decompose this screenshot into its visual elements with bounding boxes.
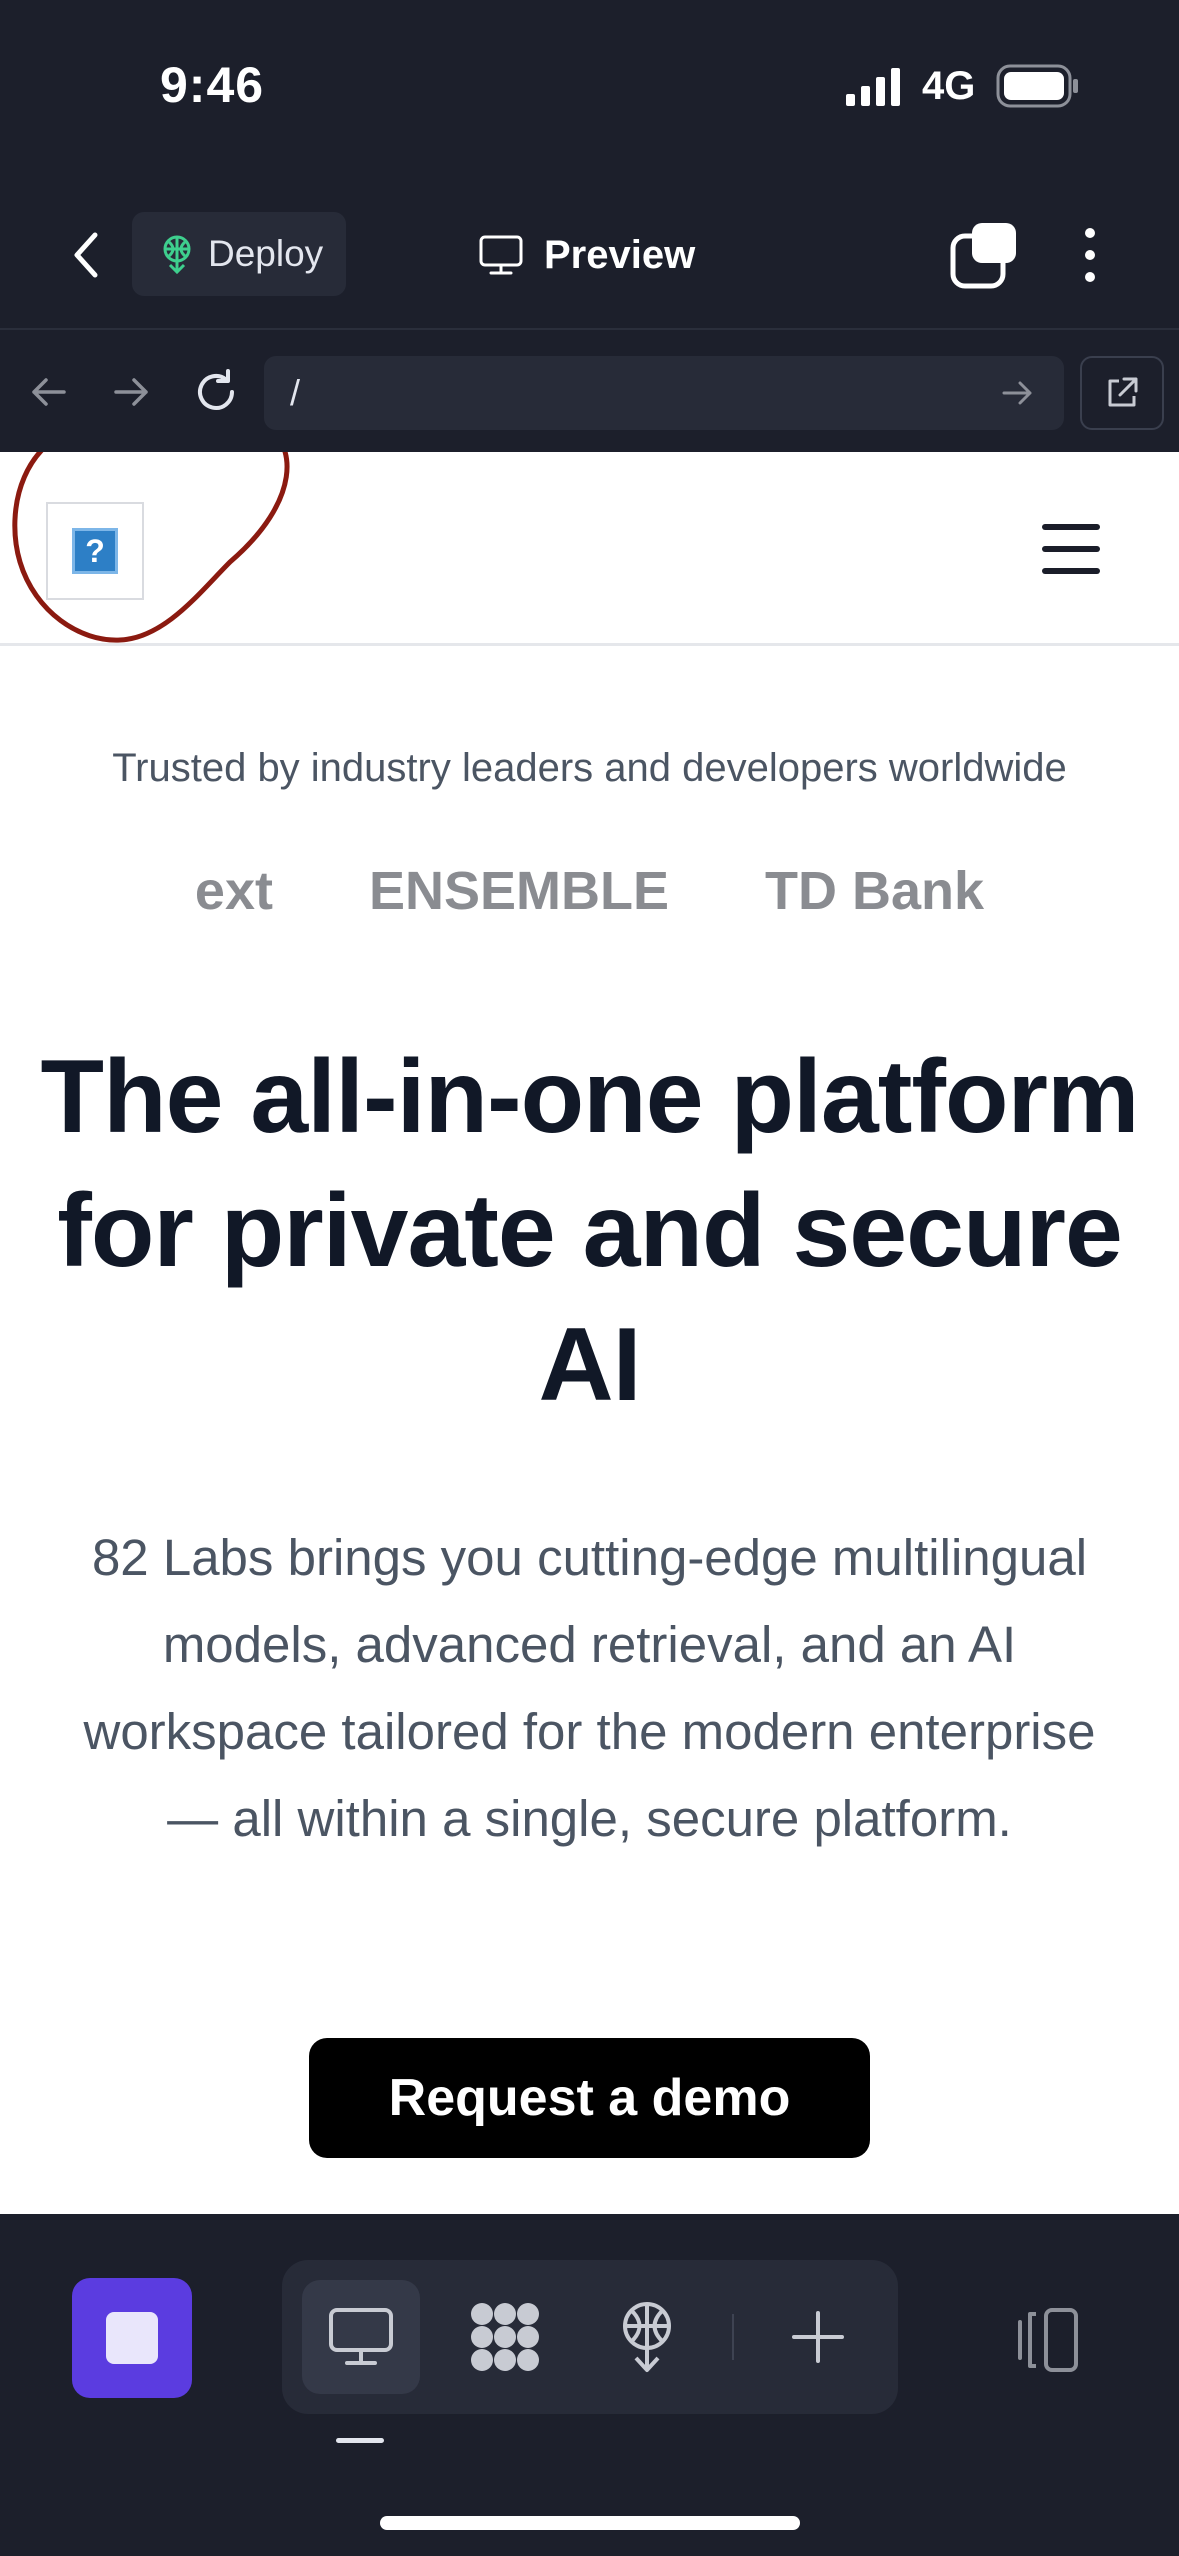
- browser-bar: /: [0, 332, 1179, 452]
- add-tool-button[interactable]: [759, 2280, 877, 2394]
- back-button[interactable]: [56, 220, 116, 290]
- deploy-label: Deploy: [208, 233, 324, 274]
- browser-forward-button[interactable]: [104, 364, 160, 420]
- toolbar-divider: [732, 2314, 734, 2360]
- plus-icon: [792, 2311, 844, 2363]
- partner-logo: ENSEMBLE: [368, 861, 670, 921]
- apps-button[interactable]: [446, 2280, 564, 2394]
- hero-description: 82 Labs brings you cutting-edge multilin…: [83, 1529, 1096, 1847]
- more-icon[interactable]: [1070, 220, 1110, 290]
- preview-label: Preview: [544, 232, 696, 277]
- site-nav: ?: [0, 452, 1179, 646]
- browser-back-button[interactable]: [20, 364, 76, 420]
- network-type: 4G: [922, 64, 976, 108]
- desktop-icon: [329, 2308, 393, 2365]
- monitor-icon: [479, 235, 523, 275]
- webview: ? Trusted by industry leaders and develo…: [0, 452, 1179, 2214]
- deploy-icon: [623, 2302, 671, 2372]
- active-tab-indicator: [336, 2438, 384, 2443]
- desktop-view-button[interactable]: [302, 2280, 420, 2394]
- deploy-tool-button[interactable]: [588, 2280, 706, 2394]
- reload-button[interactable]: [188, 364, 244, 420]
- external-link-icon: [1108, 377, 1138, 407]
- menu-icon[interactable]: [1042, 524, 1100, 574]
- panel-icon[interactable]: [1010, 2304, 1082, 2376]
- reload-icon: [198, 369, 234, 410]
- preview-tab[interactable]: Preview: [478, 220, 695, 290]
- stop-button[interactable]: [72, 2278, 192, 2398]
- bottom-toolbar: [0, 2214, 1179, 2556]
- deploy-button[interactable]: Deploy: [132, 212, 346, 296]
- url-input[interactable]: /: [264, 356, 1064, 430]
- url-text: /: [290, 372, 301, 413]
- stop-icon: [106, 2312, 158, 2364]
- app-header: Deploy Preview: [0, 180, 1179, 330]
- hero-title: The all-in-one platform for private and …: [40, 1039, 1140, 1423]
- request-demo-button[interactable]: Request a demo: [309, 2038, 870, 2158]
- arrow-right-icon: [114, 378, 148, 406]
- battery-icon: [996, 64, 1078, 108]
- broken-logo-image[interactable]: ?: [46, 502, 144, 600]
- home-indicator[interactable]: [380, 2516, 800, 2530]
- go-icon[interactable]: [994, 370, 1040, 416]
- arrow-left-icon: [32, 378, 66, 406]
- trusted-text: Trusted by industry leaders and develope…: [112, 746, 1067, 790]
- image-placeholder-icon: ?: [72, 528, 118, 574]
- partner-logo: TD Bank: [765, 861, 985, 921]
- partner-logo: ext: [194, 861, 273, 921]
- apps-icon: [471, 2303, 539, 2371]
- tabs-icon[interactable]: [950, 220, 1020, 290]
- signal-icon: [846, 68, 900, 106]
- partner-logos: ext ENSEMBLE TD Bank: [0, 860, 1179, 922]
- tool-group: [282, 2260, 898, 2414]
- back-icon: [74, 232, 98, 278]
- deploy-icon: [163, 235, 191, 274]
- status-bar: 9:46 4G: [0, 0, 1179, 180]
- open-external-button[interactable]: [1080, 356, 1164, 430]
- status-time: 9:46: [160, 57, 265, 113]
